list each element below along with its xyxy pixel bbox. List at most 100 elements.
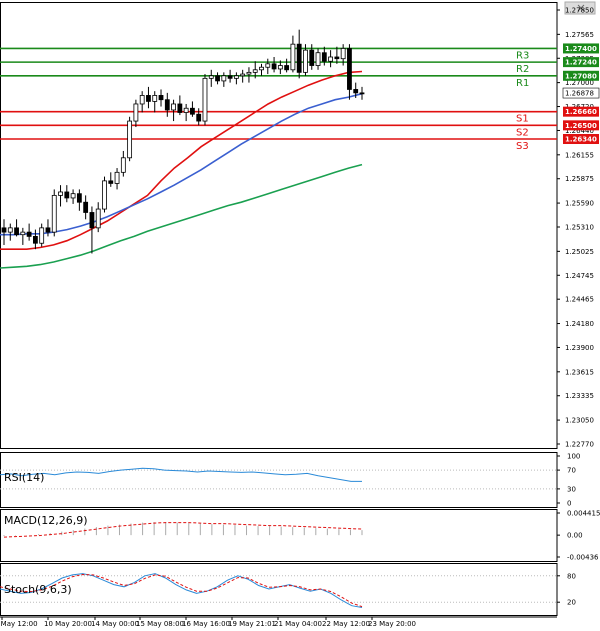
candle-body: [334, 56, 340, 60]
level-label-r1: R1: [516, 78, 529, 89]
candle-body: [240, 73, 246, 77]
x-tick-label: 22 May 12:00: [322, 620, 370, 628]
candle-body: [277, 65, 283, 70]
candle-body: [51, 194, 57, 233]
price-tick-label: 1.24465: [565, 296, 594, 304]
price-tick-label: 1.22770: [565, 441, 594, 449]
macd-title: MACD(12,26,9): [4, 514, 88, 527]
indicator-panel-frame: [0, 563, 558, 616]
candle-body: [64, 191, 70, 199]
level-label-r2: R2: [516, 64, 529, 75]
candle-body: [45, 227, 51, 233]
current-price-label: 1.26878: [565, 90, 594, 98]
candle-body: [328, 56, 333, 62]
candle-body: [208, 75, 214, 79]
macd-tick-label: 0.00: [567, 532, 583, 540]
level-label-r3: R3: [516, 50, 529, 61]
candle-body: [340, 48, 346, 60]
candle-body: [171, 103, 176, 111]
candle-body: [259, 66, 264, 71]
candle-body: [152, 95, 158, 102]
candle-body: [26, 231, 32, 237]
candle-body: [158, 95, 164, 101]
macd-tick-label: -0.00436: [567, 554, 599, 562]
x-tick-label: 16 May 16:00: [182, 620, 230, 628]
candle-body: [58, 191, 63, 196]
macd-tick-label: 0.004415: [567, 510, 600, 518]
candle-body: [271, 63, 277, 70]
candle-body: [89, 212, 95, 229]
level-label-s2: S2: [516, 127, 529, 138]
candle-body: [221, 75, 227, 82]
candle-body: [233, 75, 239, 79]
x-tick-label: 19 May 21:01: [228, 620, 276, 628]
candle-body: [76, 193, 82, 203]
candle-body: [315, 52, 321, 66]
price-tick-label: 1.25025: [565, 248, 594, 256]
price-chart: 1.278501.275651.272851.270001.267201.264…: [0, 1, 600, 628]
stoch-title: Stoch(9,6,3): [4, 583, 72, 596]
x-tick-label: 15 May 08:00: [136, 620, 184, 628]
level-tag-s2: 1.26500: [565, 122, 597, 130]
x-tick-label: 9 May 12:00: [0, 620, 38, 628]
candle-body: [39, 227, 45, 244]
price-tick-label: 1.24745: [565, 272, 594, 280]
price-tick-label: 1.25310: [565, 224, 594, 232]
stoch-tick-label: 80: [567, 572, 576, 580]
candle-body: [33, 235, 38, 244]
candle-body: [196, 113, 202, 122]
candle-body: [95, 208, 101, 229]
candle-body: [120, 157, 126, 173]
candle-body: [164, 99, 170, 111]
level-tag-s1: 1.26660: [565, 108, 597, 116]
level-label-s1: S1: [516, 114, 529, 125]
candle-body: [359, 92, 365, 95]
price-tick-label: 1.23050: [565, 417, 594, 425]
level-tag-r1: 1.27080: [565, 72, 597, 80]
price-tick-label: 1.27565: [565, 31, 594, 39]
stoch-tick-label: 20: [567, 599, 576, 607]
price-tick-label: 1.26155: [565, 151, 594, 159]
rsi-tick-label: 100: [567, 453, 580, 461]
candle-body: [296, 43, 302, 73]
x-tick-label: 21 May 04:00: [274, 620, 322, 628]
x-tick-label: 23 May 20:00: [368, 620, 416, 628]
x-tick-label: 14 May 00:00: [91, 620, 139, 628]
price-tick-label: 1.25590: [565, 200, 594, 208]
level-tag-s3: 1.26340: [565, 136, 597, 144]
candle-body: [133, 103, 139, 122]
candle-body: [321, 52, 327, 62]
candle-body: [108, 180, 114, 184]
rsi-tick-label: 30: [567, 485, 576, 493]
candle-body: [127, 120, 133, 159]
rsi-title: RSI(14): [4, 471, 44, 484]
rsi-tick-label: 70: [567, 467, 576, 475]
price-tick-label: 1.23900: [565, 344, 594, 352]
candle-body: [284, 65, 290, 71]
candle-body: [20, 231, 26, 236]
price-tick-label: 1.23615: [565, 368, 594, 376]
candle-body: [83, 201, 89, 213]
candle-body: [7, 227, 13, 233]
candle-body: [227, 75, 233, 79]
candle-body: [290, 43, 296, 71]
indicator-panel-frame: [0, 452, 558, 508]
level-tag-r2: 1.27240: [565, 59, 597, 67]
level-label-s3: S3: [516, 141, 529, 152]
candle-body: [1, 227, 7, 233]
candle-body: [102, 180, 107, 210]
candle-body: [114, 171, 120, 184]
candle-body: [183, 107, 189, 113]
candle-body: [246, 71, 252, 75]
candle-body: [347, 48, 352, 90]
candle-body: [303, 49, 308, 73]
candle-body: [353, 89, 359, 94]
candle-body: [202, 77, 208, 122]
candle-body: [139, 95, 145, 105]
candle-body: [14, 227, 19, 236]
rsi-tick-label: 0: [567, 500, 571, 508]
candle-body: [309, 49, 315, 66]
candle-body: [70, 193, 76, 199]
candle-body: [215, 75, 220, 82]
candle-body: [177, 103, 183, 113]
